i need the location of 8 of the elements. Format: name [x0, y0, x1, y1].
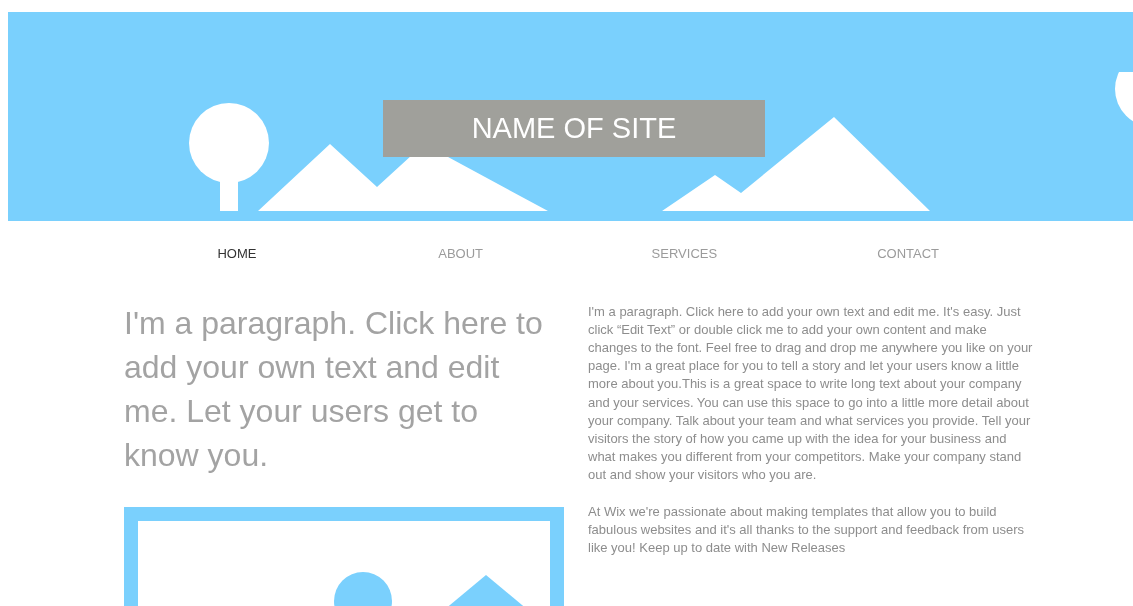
body-paragraph: I'm a paragraph. Click here to add your own text and edit me. It's easy. Just click “Edit Text” or double click me to add your own content and make changes to the font. Feel free to drag and drop me anywhere you like on your page. I'm a great place for you to tell a story and let your users know a little more about you.This is a great space to write long text about your company and your services. You can use this space to go into a little more detail about your company. Talk about your team and what services you provide. Tell your visitors the story of how you came up with the idea for your business and what makes you different from your competitors. Make your company stand out and show your visitors who you are.: [588, 302, 1033, 485]
nav-link[interactable]: SERVICES: [572, 244, 797, 264]
nav-link[interactable]: CONTACT: [796, 244, 1020, 264]
site-title[interactable]: NAME OF SITE: [383, 100, 765, 157]
nav-link[interactable]: HOME: [125, 244, 349, 264]
nav-link[interactable]: ABOUT: [348, 244, 573, 264]
body-paragraph: At Wix we're passionate about making templates that allow you to build fabulous websites and it's all thanks to the support and feedback from users like you! Keep up to date with New Releases: [588, 502, 1026, 557]
heading-text: I'm a paragraph. Click here to add your own text and edit me. Let your users get to know you.: [124, 303, 544, 475]
